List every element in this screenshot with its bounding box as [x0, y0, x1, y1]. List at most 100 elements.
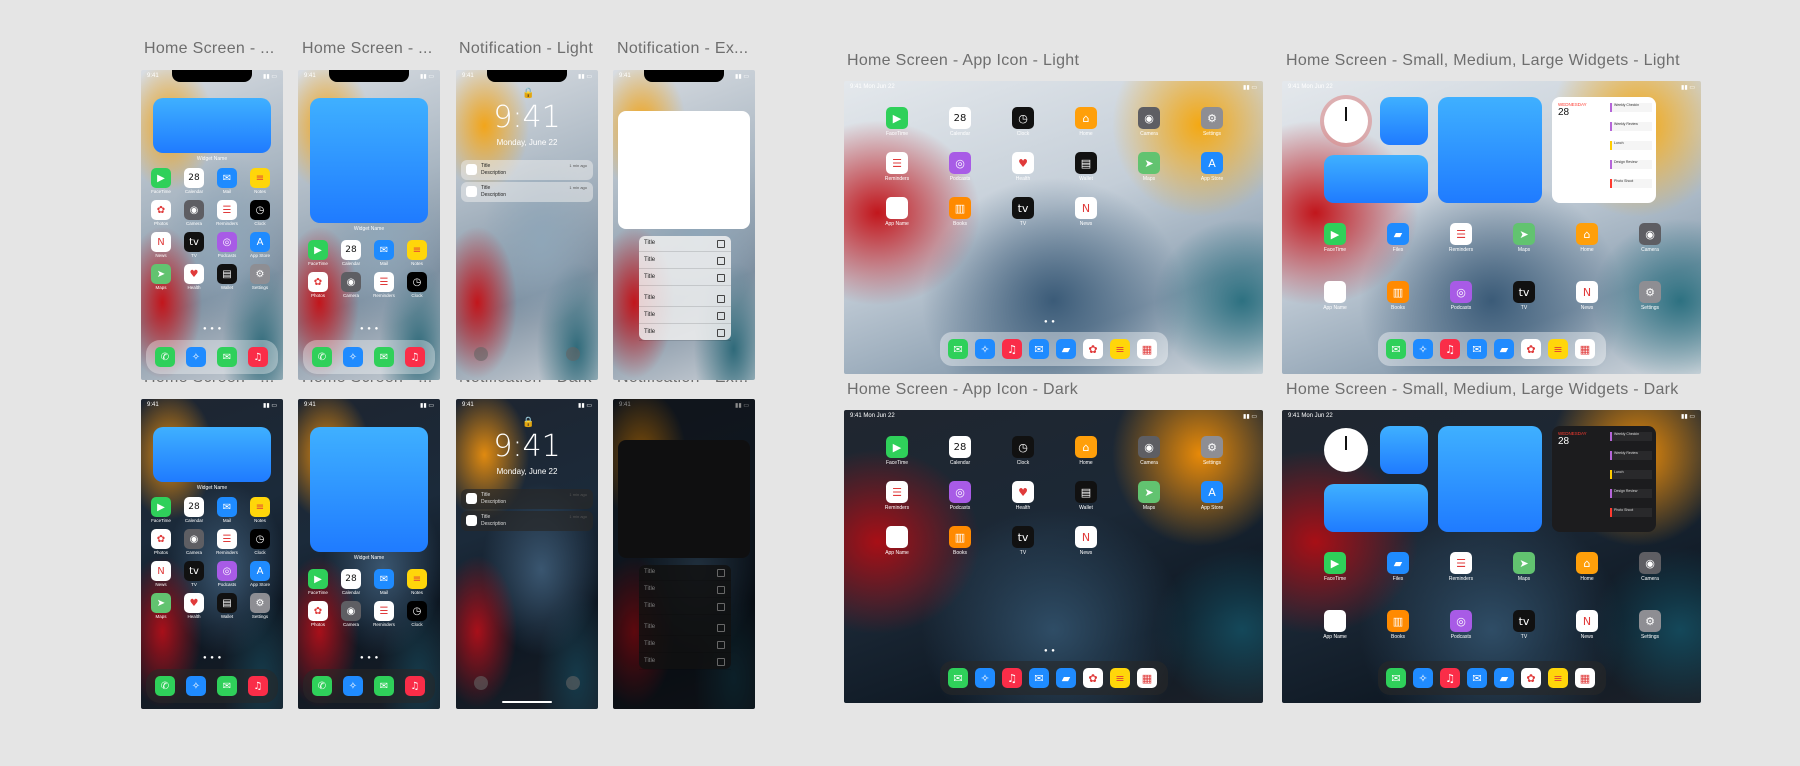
calendar-event[interactable]: Lunch [1610, 470, 1652, 479]
app-icon[interactable] [1324, 281, 1346, 303]
wallet-icon[interactable]: ▤ [217, 264, 237, 284]
menu-item[interactable]: Title [639, 599, 731, 615]
app-store-icon[interactable]: A [1201, 481, 1223, 503]
notes-icon[interactable]: ≡ [1548, 339, 1568, 359]
files-icon[interactable]: ▰ [1494, 668, 1514, 688]
photos-icon[interactable]: ✿ [308, 601, 328, 621]
health-icon[interactable]: ♥ [1012, 152, 1034, 174]
medium-widget[interactable] [1324, 484, 1428, 532]
files-icon[interactable]: ▰ [1056, 668, 1076, 688]
photos-icon[interactable]: ✿ [151, 529, 171, 549]
small-widget[interactable] [1380, 97, 1428, 145]
calendar-icon[interactable]: 28 [184, 168, 204, 188]
app-icon[interactable] [886, 526, 908, 548]
facetime-icon[interactable]: ▶ [1324, 223, 1346, 245]
camera-icon[interactable]: ◉ [1639, 552, 1661, 574]
health-icon[interactable]: ♥ [1012, 481, 1034, 503]
app-library-icon[interactable]: ▦ [1575, 668, 1595, 688]
reminders-icon[interactable]: ☰ [886, 152, 908, 174]
news-icon[interactable]: N [1576, 610, 1598, 632]
menu-item[interactable]: Title [639, 620, 731, 636]
tv-icon[interactable]: tv [184, 232, 204, 252]
messages-icon[interactable]: ✉ [217, 676, 237, 696]
news-icon[interactable]: N [151, 232, 171, 252]
notification[interactable]: Title Description 1 min ago [461, 160, 593, 180]
photos-icon[interactable]: ✿ [1521, 668, 1541, 688]
camera-icon[interactable]: ◉ [1138, 107, 1160, 129]
home-icon[interactable]: ⌂ [1576, 552, 1598, 574]
safari-icon[interactable]: ✧ [186, 347, 206, 367]
app-store-icon[interactable]: A [250, 232, 270, 252]
mail-icon[interactable]: ✉ [217, 497, 237, 517]
photos-icon[interactable]: ✿ [1521, 339, 1541, 359]
maps-icon[interactable]: ➤ [1513, 223, 1535, 245]
facetime-icon[interactable]: ▶ [308, 569, 328, 589]
notes-icon[interactable]: ≡ [250, 168, 270, 188]
facetime-icon[interactable]: ▶ [151, 168, 171, 188]
notification[interactable]: Title Description 1 min ago [461, 511, 593, 531]
camera-icon[interactable]: ◉ [1639, 223, 1661, 245]
safari-icon[interactable]: ✧ [186, 676, 206, 696]
safari-icon[interactable]: ✧ [975, 668, 995, 688]
clock-icon[interactable]: ◷ [250, 529, 270, 549]
clock-icon[interactable]: ◷ [1012, 107, 1034, 129]
maps-icon[interactable]: ➤ [1138, 152, 1160, 174]
clock-widget[interactable] [1324, 428, 1368, 472]
music-icon[interactable]: ♫ [1440, 339, 1460, 359]
app-library-icon[interactable]: ▦ [1137, 339, 1157, 359]
notes-icon[interactable]: ≡ [250, 497, 270, 517]
messages-icon[interactable]: ✉ [374, 676, 394, 696]
photos-icon[interactable]: ✿ [151, 200, 171, 220]
reminders-icon[interactable]: ☰ [886, 481, 908, 503]
camera-icon[interactable]: ◉ [1138, 436, 1160, 458]
phone-icon[interactable]: ✆ [155, 676, 175, 696]
files-icon[interactable]: ▰ [1387, 223, 1409, 245]
messages-icon[interactable]: ✉ [1386, 668, 1406, 688]
home-icon[interactable]: ⌂ [1075, 107, 1097, 129]
menu-item[interactable]: Title [639, 582, 731, 598]
camera-button[interactable] [566, 347, 580, 361]
camera-icon[interactable]: ◉ [341, 272, 361, 292]
large-widget[interactable] [1438, 426, 1542, 532]
safari-icon[interactable]: ✧ [1413, 668, 1433, 688]
tv-icon[interactable]: tv [1012, 526, 1034, 548]
clock-icon[interactable]: ◷ [1012, 436, 1034, 458]
safari-icon[interactable]: ✧ [343, 676, 363, 696]
messages-icon[interactable]: ✉ [1386, 339, 1406, 359]
reminders-icon[interactable]: ☰ [217, 529, 237, 549]
mail-icon[interactable]: ✉ [1467, 339, 1487, 359]
camera-icon[interactable]: ◉ [184, 200, 204, 220]
facetime-icon[interactable]: ▶ [886, 107, 908, 129]
mail-icon[interactable]: ✉ [374, 240, 394, 260]
facetime-icon[interactable]: ▶ [1324, 552, 1346, 574]
notes-icon[interactable]: ≡ [1110, 668, 1130, 688]
photos-icon[interactable]: ✿ [1083, 339, 1103, 359]
health-icon[interactable]: ♥ [184, 593, 204, 613]
app-icon[interactable] [886, 197, 908, 219]
books-icon[interactable]: ▥ [1387, 281, 1409, 303]
wallet-icon[interactable]: ▤ [217, 593, 237, 613]
mail-icon[interactable]: ✉ [374, 569, 394, 589]
podcasts-icon[interactable]: ◎ [217, 232, 237, 252]
settings-icon[interactable]: ⚙ [1639, 610, 1661, 632]
reminders-icon[interactable]: ☰ [1450, 223, 1472, 245]
messages-icon[interactable]: ✉ [948, 339, 968, 359]
tv-icon[interactable]: tv [1513, 281, 1535, 303]
calendar-event[interactable]: Weekly Review [1610, 122, 1652, 131]
notes-icon[interactable]: ≡ [1110, 339, 1130, 359]
facetime-icon[interactable]: ▶ [151, 497, 171, 517]
camera-icon[interactable]: ◉ [184, 529, 204, 549]
mail-icon[interactable]: ✉ [1029, 339, 1049, 359]
calendar-icon[interactable]: 28 [341, 569, 361, 589]
photos-icon[interactable]: ✿ [308, 272, 328, 292]
files-icon[interactable]: ▰ [1494, 339, 1514, 359]
tv-icon[interactable]: tv [184, 561, 204, 581]
safari-icon[interactable]: ✧ [975, 339, 995, 359]
widget[interactable] [310, 427, 428, 552]
news-icon[interactable]: N [1075, 526, 1097, 548]
home-icon[interactable]: ⌂ [1075, 436, 1097, 458]
notes-icon[interactable]: ≡ [407, 240, 427, 260]
calendar-icon[interactable]: 28 [949, 436, 971, 458]
tv-icon[interactable]: tv [1012, 197, 1034, 219]
calendar-event[interactable]: Weekly Review [1610, 451, 1652, 460]
